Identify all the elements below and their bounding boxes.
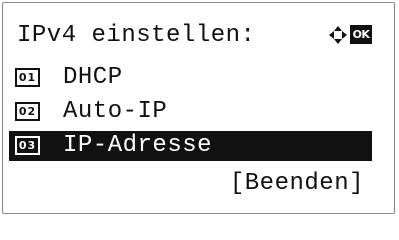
ok-key-badge: OK bbox=[350, 25, 372, 44]
menu-item-number: 01 bbox=[15, 68, 40, 87]
exit-softkey[interactable]: [Beenden] bbox=[230, 169, 364, 199]
menu-item-label: DHCP bbox=[63, 64, 123, 91]
menu-item-label: Auto-IP bbox=[63, 98, 168, 125]
lcd-display: IPv4 einstellen: OK 01 DHCP 02 Auto-IP 0… bbox=[2, 2, 395, 214]
menu-item-ip-adresse[interactable]: 03 IP-Adresse bbox=[9, 131, 372, 161]
screen-title: IPv4 einstellen: bbox=[17, 22, 256, 49]
menu-item-dhcp[interactable]: 01 DHCP bbox=[9, 63, 372, 93]
four-way-arrow-icon bbox=[329, 26, 347, 44]
menu-item-auto-ip[interactable]: 02 Auto-IP bbox=[9, 97, 372, 127]
menu-item-number: 02 bbox=[15, 102, 40, 121]
menu-item-number: 03 bbox=[15, 136, 40, 155]
menu-item-label: IP-Adresse bbox=[63, 132, 213, 159]
